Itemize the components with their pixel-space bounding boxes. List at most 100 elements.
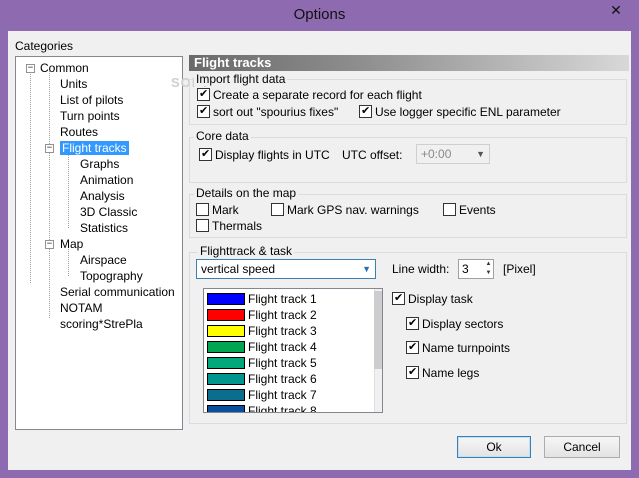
checkbox-label: Events — [459, 203, 496, 217]
tree-item-label: Topography — [80, 269, 143, 283]
checkbox-box[interactable] — [443, 203, 456, 216]
tree-item-units[interactable]: Units — [60, 77, 87, 92]
tree-item-label: Graphs — [80, 157, 120, 171]
checkbox-separate-record[interactable]: Create a separate record for each flight — [197, 87, 422, 102]
window-title: Options — [293, 6, 346, 23]
tree-item-label: Routes — [60, 125, 99, 139]
tree-item-label: Turn points — [60, 109, 120, 123]
collapse-icon[interactable]: − — [45, 240, 54, 249]
spin-arrows-icon[interactable]: ▲ ▼ — [484, 260, 493, 278]
list-item[interactable]: Flight track 5 — [207, 355, 317, 371]
line-width-unit: [Pixel] — [503, 262, 536, 276]
checkbox-box[interactable] — [406, 340, 419, 354]
checkbox-box[interactable] — [196, 219, 209, 232]
ok-button[interactable]: Ok — [457, 436, 531, 458]
track-label: Flight track 2 — [248, 308, 317, 322]
color-mode-value: vertical speed — [201, 262, 276, 276]
categories-tree[interactable]: − Common Units List of pilots Turn point… — [15, 56, 183, 430]
color-swatch — [207, 341, 245, 353]
tree-item-topography[interactable]: Topography — [80, 269, 143, 284]
chevron-down-icon[interactable]: ▼ — [476, 145, 485, 163]
tree-item-label: Units — [60, 77, 88, 91]
group-title: Import flight data — [194, 72, 288, 86]
checkbox-label: Name turnpoints — [422, 341, 511, 355]
options-window: Options ✕ Categories − Common Units List… — [0, 0, 639, 478]
color-swatch — [207, 309, 245, 321]
tree-item-scoring[interactable]: scoring*StrePla — [60, 317, 143, 332]
track-label: Flight track 1 — [248, 292, 317, 306]
categories-label: Categories — [15, 39, 74, 53]
checkbox-label: Mark GPS nav. warnings — [287, 203, 419, 217]
dialog-client: Categories − Common Units List of pilots… — [8, 31, 631, 470]
color-swatch — [207, 405, 245, 412]
list-item[interactable]: Flight track 3 — [207, 323, 317, 339]
color-swatch — [207, 373, 245, 385]
list-item[interactable]: Flight track 4 — [207, 339, 317, 355]
checkbox-thermals[interactable]: Thermals — [196, 219, 262, 233]
track-label: Flight track 8 — [248, 404, 317, 413]
tree-item-list-of-pilots[interactable]: List of pilots — [60, 93, 123, 108]
checkbox-box[interactable] — [392, 291, 405, 305]
tree-item-3d-classic[interactable]: 3D Classic — [80, 205, 137, 220]
collapse-icon[interactable]: − — [45, 144, 54, 153]
tree-item-analysis[interactable]: Analysis — [80, 189, 125, 204]
cancel-button[interactable]: Cancel — [544, 436, 620, 458]
checkbox-box[interactable] — [197, 104, 210, 118]
checkbox-label: Create a separate record for each flight — [213, 88, 422, 102]
checkbox-display-sectors[interactable]: Display sectors — [406, 316, 504, 331]
tree-item-common[interactable]: − Common — [26, 61, 89, 76]
checkbox-display-utc[interactable]: Display flights in UTC — [199, 147, 330, 162]
list-item[interactable]: Flight track 8 — [207, 403, 317, 413]
list-item[interactable]: Flight track 2 — [207, 307, 317, 323]
checkbox-sort-out[interactable]: sort out "spourius fixes" — [197, 104, 338, 119]
list-item[interactable]: Flight track 1 — [207, 291, 317, 307]
list-scrollbar[interactable] — [374, 289, 382, 412]
checkbox-events[interactable]: Events — [443, 203, 496, 217]
track-label: Flight track 7 — [248, 388, 317, 402]
tree-item-serial-communication[interactable]: Serial communication — [60, 285, 175, 300]
group-title: Flighttrack & task — [198, 244, 295, 258]
checkbox-label: Display sectors — [422, 317, 504, 331]
tree-item-map[interactable]: − Map — [45, 237, 83, 252]
checkbox-display-task[interactable]: Display task — [392, 291, 473, 306]
track-label: Flight track 4 — [248, 340, 317, 354]
checkbox-label: Mark — [212, 203, 239, 217]
checkbox-name-turnpoints[interactable]: Name turnpoints — [406, 340, 511, 355]
tree-item-graphs[interactable]: Graphs — [80, 157, 119, 172]
tree-item-notam[interactable]: NOTAM — [60, 301, 102, 316]
chevron-down-icon[interactable]: ▼ — [362, 260, 371, 278]
checkbox-box[interactable] — [199, 147, 212, 161]
tree-item-airspace[interactable]: Airspace — [80, 253, 127, 268]
utc-offset-select[interactable]: +0:00 ▼ — [416, 144, 490, 164]
checkbox-box[interactable] — [197, 87, 210, 101]
tree-item-flight-tracks[interactable]: − Flight tracks — [45, 141, 129, 156]
tree-item-label: List of pilots — [60, 93, 124, 107]
checkbox-box[interactable] — [271, 203, 284, 216]
list-item[interactable]: Flight track 7 — [207, 387, 317, 403]
line-width-stepper[interactable]: 3 ▲ ▼ — [458, 259, 494, 279]
close-icon[interactable]: ✕ — [601, 0, 631, 20]
tree-item-label: 3D Classic — [80, 205, 138, 219]
tree-item-animation[interactable]: Animation — [80, 173, 133, 188]
utc-offset-value: +0:00 — [421, 147, 452, 161]
checkbox-mark[interactable]: Mark — [196, 203, 239, 217]
checkbox-gps-warnings[interactable]: Mark GPS nav. warnings — [271, 203, 419, 217]
checkbox-logger-enl[interactable]: Use logger specific ENL parameter — [359, 104, 561, 119]
checkbox-box[interactable] — [359, 104, 372, 118]
title-bar[interactable]: Options ✕ — [0, 0, 639, 31]
collapse-icon[interactable]: − — [26, 64, 35, 73]
checkbox-box[interactable] — [406, 365, 419, 379]
tree-item-turn-points[interactable]: Turn points — [60, 109, 120, 124]
tree-item-statistics[interactable]: Statistics — [80, 221, 128, 236]
color-swatch — [207, 357, 245, 369]
tree-item-routes[interactable]: Routes — [60, 125, 98, 140]
list-item[interactable]: Flight track 6 — [207, 371, 317, 387]
color-mode-select[interactable]: vertical speed ▼ — [196, 259, 376, 279]
flight-track-list[interactable]: Flight track 1 Flight track 2 Flight tra… — [203, 288, 383, 413]
checkbox-box[interactable] — [196, 203, 209, 216]
checkbox-name-legs[interactable]: Name legs — [406, 365, 479, 380]
checkbox-box[interactable] — [406, 316, 419, 330]
scrollbar-thumb[interactable] — [374, 291, 382, 369]
track-label: Flight track 6 — [248, 372, 317, 386]
tree-item-label: Analysis — [80, 189, 125, 203]
